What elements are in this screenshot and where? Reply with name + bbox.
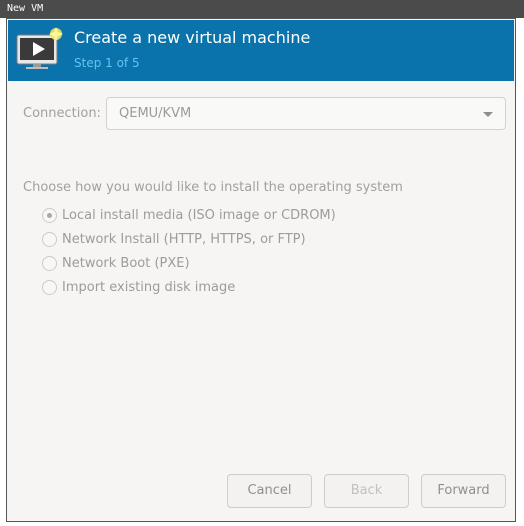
window-title: New VM [7,3,44,14]
radio-button[interactable] [42,256,57,271]
wizard-step: Step 1 of 5 [74,56,140,70]
wizard-title: Create a new virtual machine [74,28,311,47]
radio-button[interactable] [42,208,57,223]
window-titlebar[interactable]: New VM [0,0,524,18]
connection-label: Connection: [23,106,101,121]
install-method-prompt: Choose how you would like to install the… [23,180,403,195]
forward-button[interactable]: Forward [421,474,506,508]
new-vm-dialog: Create a new virtual machine Step 1 of 5… [6,18,516,522]
connection-value: QEMU/KVM [119,106,192,121]
cancel-button[interactable]: Cancel [227,474,312,508]
connection-select[interactable]: QEMU/KVM [106,97,506,130]
radio-label: Import existing disk image [62,280,236,295]
radio-label: Network Install (HTTP, HTTPS, or FTP) [62,232,306,247]
radio-button[interactable] [42,280,57,295]
back-button[interactable]: Back [324,474,409,508]
vm-monitor-icon [16,27,63,69]
wizard-header: Create a new virtual machine Step 1 of 5 [8,20,514,81]
radio-label: Local install media (ISO image or CDROM) [62,208,336,223]
chevron-down-icon [483,112,493,117]
radio-label: Network Boot (PXE) [62,256,190,271]
radio-button[interactable] [42,232,57,247]
